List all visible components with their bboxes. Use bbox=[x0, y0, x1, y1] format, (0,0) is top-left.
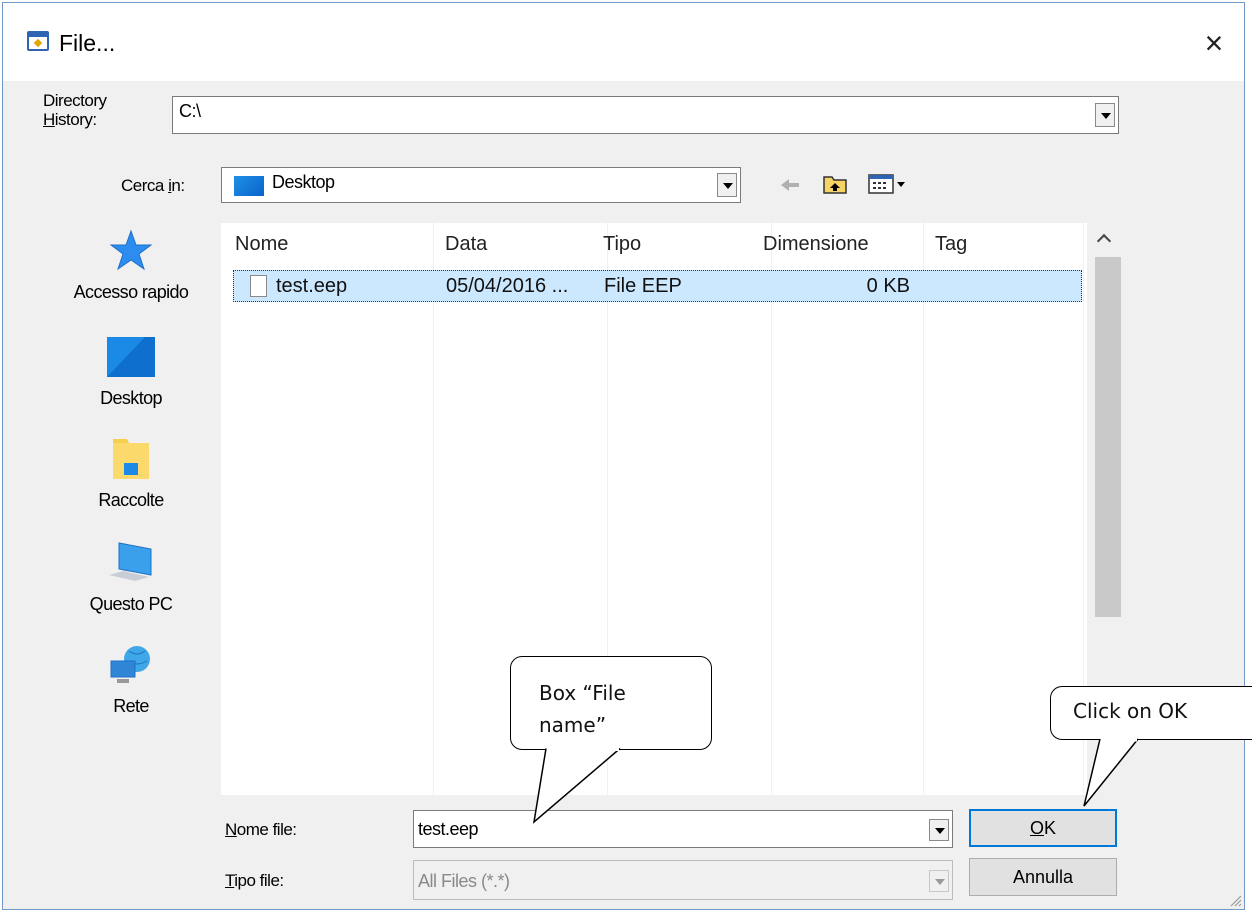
ok-callout-pointer bbox=[1083, 738, 1139, 807]
